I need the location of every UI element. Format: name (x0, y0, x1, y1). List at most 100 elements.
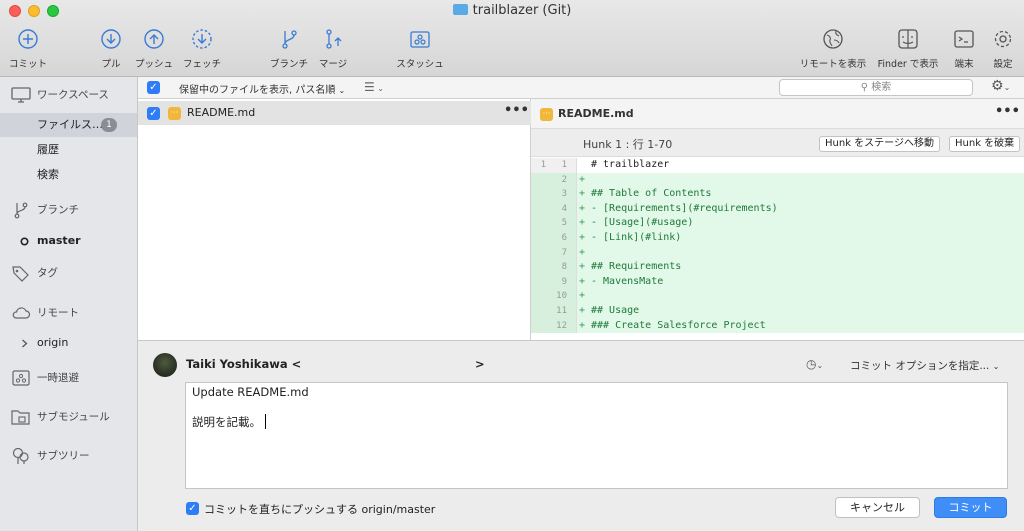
file-name: README.md (187, 106, 256, 119)
commit-options-label: コミット オプションを指定... (850, 360, 990, 372)
new-line-number: 2 (561, 174, 567, 185)
sidebar-workspace-header: ワークスペース (0, 83, 137, 107)
commit-message-input[interactable]: Update README.md 説明を記載。 (185, 382, 1008, 489)
terminal-label: 端末 (954, 59, 974, 70)
commit-button[interactable]: コミット (934, 497, 1007, 518)
diff-line[interactable]: 11 + ## Usage (531, 303, 1024, 319)
gear-icon[interactable]: ⚙⌄ (991, 78, 1010, 94)
monitor-icon (11, 87, 31, 103)
pull-button[interactable]: プル (94, 28, 128, 70)
push-immediately-checkbox[interactable]: ✓ (186, 502, 199, 515)
new-line-number: 1 (561, 160, 567, 170)
diff-mark: + (579, 275, 586, 287)
sidebar-branches-header[interactable]: ブランチ (0, 198, 137, 222)
diff-line-text: - [Requirements](#requirements) (591, 202, 778, 214)
diff-mark: + (579, 217, 586, 229)
diff-line[interactable]: 12 + ### Create Salesforce Project (531, 318, 1024, 334)
select-all-checkbox[interactable]: ✓ (147, 81, 160, 94)
globe-icon (823, 29, 843, 49)
diff-code-lines: 11 # trailblazer 2 +3 + ## Table of Contents… (531, 158, 1024, 334)
diff-line-text: - [Link](#link) (591, 231, 682, 243)
diff-mark: + (579, 173, 586, 185)
list-view-icon[interactable]: ☰ ⌄ (364, 80, 384, 94)
cloud-icon (12, 307, 31, 319)
sidebar-item-branch-master[interactable]: master (0, 229, 137, 253)
diff-line[interactable]: 2 + (531, 172, 1024, 188)
submodule-icon (11, 410, 30, 425)
folder-icon (452, 4, 468, 15)
sidebar-tags-label: タグ (37, 267, 58, 279)
current-branch-icon (20, 237, 29, 246)
sidebar-item-file-status[interactable]: ファイルス… 1 (0, 113, 137, 137)
diff-mark: + (579, 188, 586, 200)
diff-line-text: - MavensMate (591, 275, 664, 287)
diff-line[interactable]: 1 1 # trailblazer (531, 158, 1024, 173)
search-input[interactable]: ⚲ 検索 (779, 79, 973, 96)
file-row[interactable]: ✓ ··· README.md ••• (138, 101, 531, 125)
more-options-icon[interactable]: ••• (995, 104, 1020, 119)
chevron-down-icon: ⌄ (338, 86, 346, 95)
commit-toolbar-button[interactable]: コミット (6, 28, 50, 70)
sidebar-submodules-header[interactable]: サブモジュール (0, 405, 137, 429)
more-options-icon[interactable]: ••• (504, 103, 529, 118)
window-title-text: trailblazer (Git) (472, 3, 572, 18)
hunk-label: Hunk 1 : 行 1-70 (583, 138, 673, 151)
window-title: trailblazer (Git) (0, 3, 1024, 18)
search-placeholder: 検索 (871, 82, 892, 93)
fetch-button[interactable]: フェッチ (180, 28, 224, 70)
sidebar-remote-origin-label: origin (37, 336, 69, 349)
new-line-number: 5 (561, 218, 567, 229)
commit-message-line-2-wrap: 説明を記載。 (192, 414, 266, 430)
branch-button[interactable]: ブランチ (266, 28, 312, 70)
push-button[interactable]: プッシュ (133, 28, 175, 70)
show-in-finder-button[interactable]: Finder で表示 (873, 28, 943, 70)
settings-button[interactable]: 設定 (988, 28, 1018, 70)
diff-mark: + (579, 246, 586, 258)
file-stage-checkbox[interactable]: ✓ (147, 107, 160, 120)
file-list: ✓ ··· README.md ••• (138, 99, 531, 340)
merge-button[interactable]: マージ (314, 28, 352, 70)
diff-line-text: ## Usage (591, 304, 640, 316)
sidebar-subtrees-header[interactable]: サブツリー (0, 444, 137, 468)
diff-line[interactable]: 5 + - [Usage](#usage) (531, 216, 1024, 231)
diff-line[interactable]: 10 + (531, 289, 1024, 304)
show-remote-button[interactable]: リモートを表示 (795, 28, 871, 70)
commit-message-line-2: 説明を記載。 (192, 415, 261, 429)
new-line-number: 10 (556, 291, 567, 302)
stage-hunk-button[interactable]: Hunk をステージへ移動 (819, 136, 940, 152)
file-filter-bar: ✓ 保留中のファイルを表示, パス名順 ⌄ ☰ ⌄ ⚲ 検索 ⚙⌄ (138, 77, 1024, 99)
terminal-button[interactable]: 端末 (949, 28, 979, 70)
new-line-number: 9 (561, 276, 567, 287)
diff-line[interactable]: 6 + - [Link](#link) (531, 230, 1024, 246)
diff-line[interactable]: 9 + - MavensMate (531, 274, 1024, 290)
sidebar-tags-header[interactable]: タグ (0, 261, 137, 285)
fetch-label: フェッチ (182, 59, 221, 70)
staged-view-dropdown[interactable]: 保留中のファイルを表示, パス名順 ⌄ (179, 81, 345, 96)
stash-button[interactable]: スタッシュ (392, 28, 448, 70)
chevron-right-icon[interactable] (21, 339, 28, 348)
discard-hunk-button[interactable]: Hunk を破棄 (949, 136, 1021, 152)
sidebar-stashes-header[interactable]: 一時退避 (0, 366, 137, 390)
diff-line[interactable]: 4 + - [Requirements](#requirements) (531, 201, 1024, 217)
history-clock-icon[interactable]: ◷⌄ (806, 357, 823, 371)
new-line-number: 11 (556, 305, 567, 316)
text-cursor (265, 414, 266, 429)
diff-line[interactable]: 3 + ## Table of Contents (531, 187, 1024, 202)
pull-label: プル (101, 59, 121, 70)
diff-header: ··· README.md ••• (531, 99, 1024, 129)
commit-options-dropdown[interactable]: コミット オプションを指定... ⌄ (850, 358, 999, 373)
diff-line[interactable]: 7 + (531, 245, 1024, 261)
diff-line-text: - [Usage](#usage) (591, 217, 694, 229)
sidebar-remotes-header[interactable]: リモート (0, 301, 137, 325)
push-label: プッシュ (134, 59, 173, 70)
modified-file-icon: ··· (168, 107, 181, 120)
branch-label: ブランチ (269, 59, 308, 70)
diff-line[interactable]: 8 + ## Requirements (531, 260, 1024, 275)
sidebar-item-search[interactable]: 検索 (0, 163, 137, 187)
sidebar-item-remote-origin[interactable]: origin (0, 331, 137, 355)
sidebar-item-history[interactable]: 履歴 (0, 138, 137, 162)
branch-icon (14, 202, 28, 219)
chevron-down-icon: ⌄ (992, 362, 1000, 371)
diff-line-text: ### Create Salesforce Project (591, 319, 766, 331)
cancel-button[interactable]: キャンセル (835, 497, 920, 518)
